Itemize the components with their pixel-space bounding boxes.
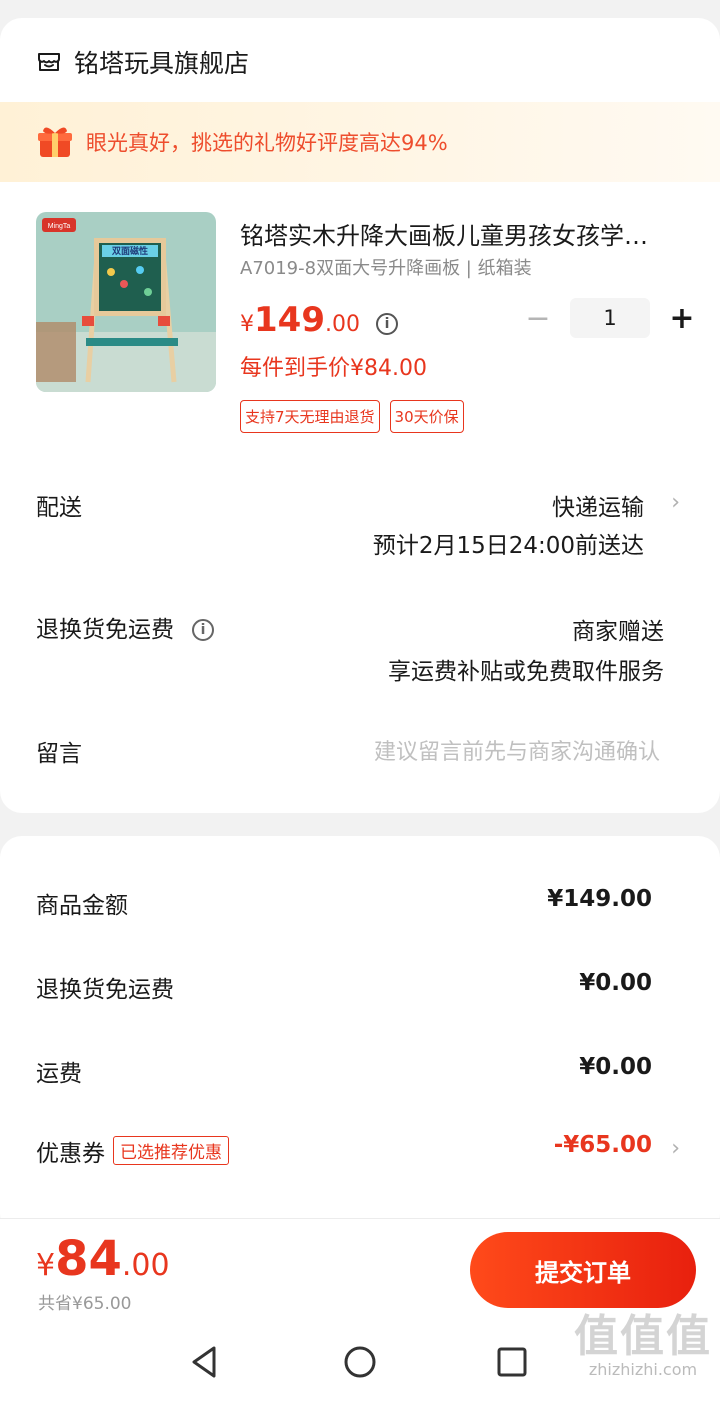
image-brand-text: MingTa — [48, 223, 71, 230]
total-price: ¥ 84 .00 — [36, 1231, 170, 1287]
shop-name: 铭塔玩具旗舰店 — [74, 49, 250, 78]
product-image[interactable]: MingTa 双面磁性 — [36, 212, 216, 392]
coupon-row[interactable]: 优惠券 已选推荐优惠 — [36, 1134, 229, 1168]
quantity-stepper: − 1 + — [524, 298, 696, 338]
product-title[interactable]: 铭塔实木升降大画板儿童男孩女孩学… — [240, 216, 690, 251]
increase-button[interactable]: + — [668, 298, 696, 338]
watermark: 值值值 zhizhizhi.com — [574, 1300, 712, 1379]
return-info-icon[interactable]: i — [192, 619, 214, 641]
goods-amount-label: 商品金额 — [36, 893, 128, 919]
quantity-value[interactable]: 1 — [570, 298, 650, 338]
delivery-label: 配送 — [36, 495, 82, 521]
gift-banner: 眼光真好，挑选的礼物好评度高达94% — [0, 102, 720, 182]
return-fee-value: ¥0.00 — [579, 970, 652, 996]
message-input[interactable]: 建议留言前先与商家沟通确认 — [374, 734, 660, 766]
total-symbol: ¥ — [36, 1248, 56, 1283]
return-fee-label: 退换货免运费 — [36, 977, 174, 1003]
message-label: 留言 — [36, 741, 82, 767]
easel-illustration: MingTa 双面磁性 — [36, 212, 216, 392]
price-decimal: .00 — [324, 312, 360, 337]
back-icon[interactable] — [186, 1342, 226, 1382]
price-symbol: ¥ — [240, 312, 254, 337]
service-tags: 支持7天无理由退货 30天价保 — [240, 400, 474, 433]
delivery-eta: 预计2月15日24:00前送达 — [372, 533, 644, 559]
total-integer: 84 — [55, 1231, 122, 1287]
watermark-url: zhizhizhi.com — [588, 1360, 698, 1379]
tag-7day-return: 支持7天无理由退货 — [240, 400, 380, 433]
watermark-logo: 值值值 — [574, 1311, 712, 1362]
price-summary-card: 商品金额 ¥149.00 退换货免运费 ¥0.00 运费 ¥0.00 优惠券 已选… — [0, 836, 720, 1236]
image-board-text: 双面磁性 — [112, 245, 148, 257]
gift-icon — [38, 127, 72, 157]
recents-icon[interactable] — [492, 1342, 532, 1382]
home-icon[interactable] — [340, 1342, 380, 1382]
product-price: ¥ 149 .00 i — [240, 300, 398, 340]
goods-amount-value: ¥149.00 — [547, 886, 652, 912]
delivery-method[interactable]: 快递运输 — [552, 488, 644, 522]
order-item-card: 铭塔玩具旗舰店 眼光真好，挑选的礼物好评度高达94% MingTa 双面磁性 铭… — [0, 18, 720, 813]
banner-text: 眼光真好，挑选的礼物好评度高达94% — [86, 131, 448, 155]
store-icon — [38, 53, 60, 71]
total-decimal: .00 — [121, 1248, 170, 1283]
coupon-value[interactable]: -¥65.00 — [554, 1132, 652, 1158]
price-integer: 149 — [254, 300, 325, 340]
decrease-button[interactable]: − — [524, 298, 552, 338]
unit-final-price: 每件到手价¥84.00 — [240, 356, 427, 381]
shipping-fee-label: 运费 — [36, 1061, 82, 1087]
submit-order-button[interactable]: 提交订单 — [470, 1232, 696, 1308]
return-shipping-value: 商家赠送 — [572, 619, 664, 645]
return-shipping-row: 退换货免运费 i — [36, 610, 214, 644]
product-spec[interactable]: A7019-8双面大号升降画板 | 纸箱装 — [240, 254, 532, 280]
coupon-chevron-icon[interactable]: › — [671, 1136, 680, 1161]
coupon-label: 优惠券 — [36, 1141, 105, 1167]
delivery-chevron-icon[interactable]: › — [671, 490, 680, 515]
return-shipping-label: 退换货免运费 — [36, 617, 174, 643]
price-info-icon[interactable]: i — [375, 313, 398, 335]
tag-price-protect: 30天价保 — [389, 400, 464, 433]
shipping-fee-value: ¥0.00 — [579, 1054, 652, 1080]
shop-header[interactable]: 铭塔玩具旗舰店 — [36, 44, 249, 80]
return-shipping-desc: 享运费补贴或免费取件服务 — [388, 659, 664, 685]
total-saved: 共省¥65.00 — [38, 1294, 132, 1314]
coupon-badge: 已选推荐优惠 — [113, 1136, 229, 1165]
